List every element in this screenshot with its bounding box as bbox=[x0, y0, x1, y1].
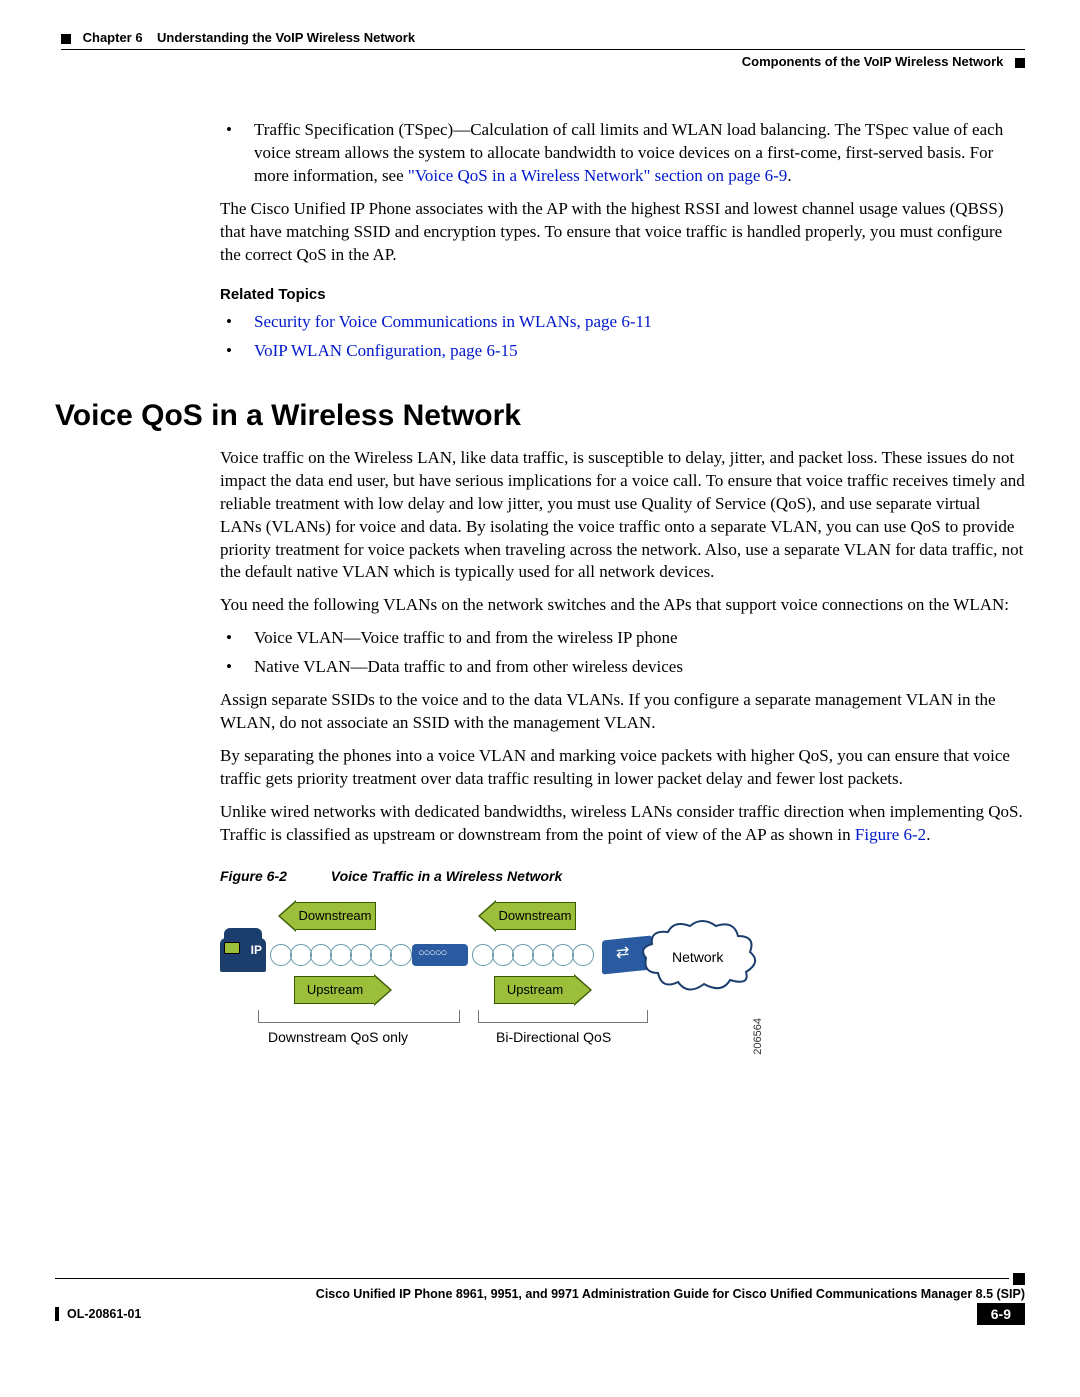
bracket-icon bbox=[478, 1010, 648, 1023]
wireless-wave-icon bbox=[270, 942, 410, 968]
chapter-label: Chapter 6 bbox=[83, 30, 143, 45]
page-footer: Cisco Unified IP Phone 8961, 9951, and 9… bbox=[55, 1273, 1025, 1325]
page-header: Chapter 6 Understanding the VoIP Wireles… bbox=[55, 30, 1025, 69]
list-item: • Security for Voice Communications in W… bbox=[220, 311, 1025, 334]
paragraph: By separating the phones into a voice VL… bbox=[220, 745, 1025, 791]
bullet-text: Native VLAN—Data traffic to and from oth… bbox=[254, 656, 1025, 679]
arrow-label: Upstream bbox=[307, 981, 363, 999]
list-item: • Native VLAN—Data traffic to and from o… bbox=[220, 656, 1025, 679]
related-topics-heading: Related Topics bbox=[220, 285, 1025, 305]
figure-title: Voice Traffic in a Wireless Network bbox=[331, 868, 563, 884]
wireless-wave-icon bbox=[472, 942, 600, 968]
figure-number: Figure 6-2 bbox=[220, 868, 287, 884]
paragraph: Unlike wired networks with dedicated ban… bbox=[220, 801, 1025, 847]
xref-link[interactable]: "Voice QoS in a Wireless Network" sectio… bbox=[408, 166, 787, 185]
paragraph: Assign separate SSIDs to the voice and t… bbox=[220, 689, 1025, 735]
related-topic-link[interactable]: Security for Voice Communications in WLA… bbox=[254, 312, 652, 331]
list-item: • Traffic Specification (TSpec)—Calculat… bbox=[220, 119, 1025, 188]
footer-marker-icon bbox=[1013, 1273, 1025, 1285]
chapter-title: Understanding the VoIP Wireless Network bbox=[157, 30, 415, 45]
bracket-label: Downstream QoS only bbox=[268, 1028, 408, 1047]
section-title: Components of the VoIP Wireless Network bbox=[742, 54, 1004, 69]
arrow-label: Downstream bbox=[299, 907, 372, 925]
figure-xref-link[interactable]: Figure 6-2 bbox=[855, 825, 926, 844]
section-heading: Voice QoS in a Wireless Network bbox=[55, 399, 1025, 433]
list-item: • VoIP WLAN Configuration, page 6-15 bbox=[220, 340, 1025, 363]
header-marker-icon bbox=[61, 34, 71, 44]
bullet-text: Voice VLAN—Voice traffic to and from the… bbox=[254, 627, 1025, 650]
ip-phone-icon: IP bbox=[220, 938, 266, 972]
bracket-icon bbox=[258, 1010, 460, 1023]
paragraph: You need the following VLANs on the netw… bbox=[220, 594, 1025, 617]
list-item: • Voice VLAN—Voice traffic to and from t… bbox=[220, 627, 1025, 650]
access-point-icon bbox=[412, 944, 468, 966]
bullet-trail: . bbox=[787, 166, 791, 185]
arrow-label: Upstream bbox=[507, 981, 563, 999]
network-cloud-icon: Network bbox=[638, 918, 758, 994]
header-marker-icon bbox=[1015, 58, 1025, 68]
figure-diagram: Downstream Downstream Upstream Upstream … bbox=[220, 898, 760, 1063]
figure-id: 206564 bbox=[751, 1018, 766, 1055]
arrow-label: Downstream bbox=[499, 907, 572, 925]
cloud-label: Network bbox=[672, 948, 723, 967]
page-number: 6-9 bbox=[977, 1303, 1025, 1325]
footer-guide-title: Cisco Unified IP Phone 8961, 9951, and 9… bbox=[55, 1287, 1025, 1301]
paragraph: The Cisco Unified IP Phone associates wi… bbox=[220, 198, 1025, 267]
paragraph: Voice traffic on the Wireless LAN, like … bbox=[220, 447, 1025, 585]
related-topic-link[interactable]: VoIP WLAN Configuration, page 6-15 bbox=[254, 341, 518, 360]
figure-caption: Figure 6-2 Voice Traffic in a Wireless N… bbox=[220, 867, 1025, 886]
bracket-label: Bi-Directional QoS bbox=[496, 1028, 611, 1047]
footer-doc-id: OL-20861-01 bbox=[55, 1307, 141, 1321]
